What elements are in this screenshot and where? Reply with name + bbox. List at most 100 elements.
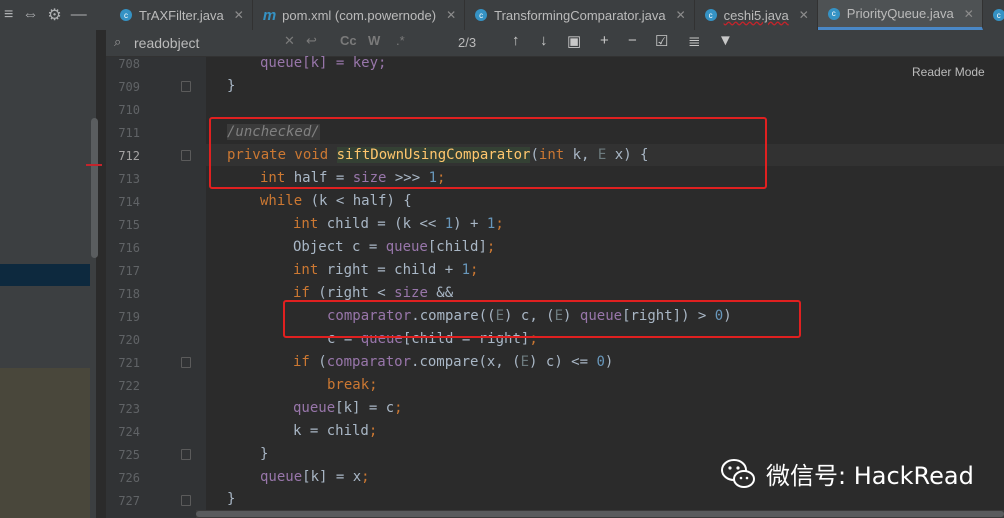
code-field: queue xyxy=(260,469,303,485)
line-number[interactable]: 711 xyxy=(108,126,140,140)
close-icon[interactable]: ✕ xyxy=(446,8,456,22)
tab-pom-xml[interactable]: m pom.xml (com.powernode) ✕ xyxy=(253,0,466,30)
line-number[interactable]: 718 xyxy=(108,287,140,301)
code-field: queue xyxy=(293,400,336,416)
project-tree-selected-row[interactable] xyxy=(0,264,90,286)
find-bar: ⌕ ✕ ↩ Cc W .* 2/3 ↑ ↓ ▣ + − ☑ ≣ ▼ xyxy=(106,30,1004,57)
editor-tabbar: c TrAXFilter.java ✕ m pom.xml (com.power… xyxy=(110,0,1004,31)
code-line-715: int child = (k << 1) + 1; xyxy=(293,216,504,232)
expand-all-icon[interactable]: ⇔ xyxy=(22,6,38,24)
match-case-button[interactable]: Cc xyxy=(340,33,357,48)
tab-priority-queue[interactable]: c PriorityQueue.java ✕ xyxy=(817,0,983,30)
tab-traxfilter[interactable]: c TrAXFilter.java ✕ xyxy=(110,0,253,30)
code-number: 0 xyxy=(596,354,605,370)
search-input[interactable] xyxy=(134,33,374,53)
code-line-722: break; xyxy=(327,377,378,393)
wechat-icon xyxy=(721,458,755,488)
code-text: right = child + xyxy=(318,262,462,278)
code-line-723: queue[k] = c; xyxy=(293,400,403,416)
line-number[interactable]: 710 xyxy=(108,103,140,117)
tab-overflow[interactable]: c I xyxy=(983,0,1004,30)
close-icon[interactable]: ✕ xyxy=(676,8,686,22)
scrollbar-thumb[interactable] xyxy=(196,511,1004,517)
code-text: } xyxy=(227,78,236,94)
code-text: (right < xyxy=(309,285,395,301)
whole-word-button[interactable]: W xyxy=(368,33,380,48)
clear-icon[interactable]: ✕ xyxy=(284,33,295,49)
tab-ceshi5[interactable]: c ceshi5.java ✕ xyxy=(695,0,818,30)
line-number[interactable]: 717 xyxy=(108,264,140,278)
class-icon: c xyxy=(120,9,132,21)
line-number[interactable]: 709 xyxy=(108,80,140,94)
code-field: comparator xyxy=(326,354,412,370)
search-icon[interactable]: ⌕ xyxy=(114,34,121,50)
filter-icon[interactable]: ▼ xyxy=(718,32,733,49)
class-icon: c xyxy=(475,9,488,21)
regex-button[interactable]: .* xyxy=(396,33,405,48)
code-text: ; xyxy=(495,216,504,232)
code-keyword: if xyxy=(293,285,310,301)
code-text: } xyxy=(260,446,269,462)
fold-marker[interactable] xyxy=(181,357,191,368)
gear-icon[interactable]: ⚙ xyxy=(47,5,61,25)
tab-transforming-comparator[interactable]: c TransformingComparator.java ✕ xyxy=(465,0,695,30)
fold-marker[interactable] xyxy=(181,495,191,506)
line-number[interactable]: 726 xyxy=(108,471,140,485)
minimize-icon[interactable]: — xyxy=(71,6,87,24)
arrow-up-icon[interactable]: ↑ xyxy=(512,32,520,49)
fold-marker[interactable] xyxy=(181,81,191,92)
code-text: ) c) <= xyxy=(529,354,597,370)
fold-marker[interactable] xyxy=(181,449,191,460)
close-icon[interactable]: ✕ xyxy=(964,7,974,21)
type-param: E xyxy=(520,354,530,370)
line-number[interactable]: 714 xyxy=(108,195,140,209)
class-icon: c xyxy=(704,9,717,21)
history-icon[interactable]: ↩ xyxy=(306,33,317,49)
horizontal-scrollbar[interactable] xyxy=(196,510,1004,518)
code-text: child = (k << xyxy=(318,216,445,232)
wechat-watermark: 微信号: HackRead xyxy=(720,456,974,491)
add-occurrence-icon[interactable]: + xyxy=(600,32,609,49)
maven-icon: m xyxy=(262,6,277,24)
project-scrollbar[interactable] xyxy=(91,118,98,258)
line-number[interactable]: 713 xyxy=(108,172,140,186)
line-number[interactable]: 708 xyxy=(108,57,140,71)
error-marker xyxy=(86,164,102,166)
code-text: (k < half) { xyxy=(302,193,412,209)
code-text: ; xyxy=(369,377,378,393)
code-text: ( xyxy=(309,354,327,370)
tab-label: pom.xml (com.powernode) xyxy=(282,7,437,23)
filter-settings-icon[interactable]: ≣ xyxy=(688,32,701,50)
close-icon[interactable]: ✕ xyxy=(799,8,809,22)
line-number[interactable]: 725 xyxy=(108,448,140,462)
code-text: [k] = c xyxy=(335,400,395,416)
tab-label: TransformingComparator.java xyxy=(494,7,666,23)
arrow-down-icon[interactable]: ↓ xyxy=(540,32,548,49)
reader-mode-toggle[interactable]: Reader Mode xyxy=(912,65,985,79)
line-number[interactable]: 720 xyxy=(108,333,140,347)
code-text: ; xyxy=(394,400,403,416)
select-all-occurrences-icon[interactable]: ☑ xyxy=(655,32,668,50)
class-icon: c xyxy=(827,7,840,20)
line-number[interactable]: 722 xyxy=(108,379,140,393)
line-number[interactable]: 716 xyxy=(108,241,140,255)
line-number[interactable]: 719 xyxy=(108,310,140,324)
code-keyword: while xyxy=(260,193,303,209)
line-number[interactable]: 721 xyxy=(108,356,140,370)
line-number[interactable]: 723 xyxy=(108,402,140,416)
line-number[interactable]: 724 xyxy=(108,425,140,439)
fold-marker[interactable] xyxy=(181,150,191,161)
code-field: size xyxy=(394,285,428,301)
line-number[interactable]: 727 xyxy=(108,494,140,508)
close-icon[interactable]: ✕ xyxy=(234,8,244,22)
tab-label: TrAXFilter.java xyxy=(139,7,224,23)
code-keyword: if xyxy=(293,354,310,370)
select-all-icon[interactable]: ▣ xyxy=(567,32,581,50)
collapse-icon[interactable]: ≡ xyxy=(4,6,13,24)
code-line-724: k = child; xyxy=(293,423,377,439)
code-line-726: queue[k] = x; xyxy=(260,469,370,485)
remove-occurrence-icon[interactable]: − xyxy=(628,32,637,49)
line-number[interactable]: 715 xyxy=(108,218,140,232)
tab-label: PriorityQueue.java xyxy=(846,6,954,21)
line-number[interactable]: 712 xyxy=(108,149,140,163)
